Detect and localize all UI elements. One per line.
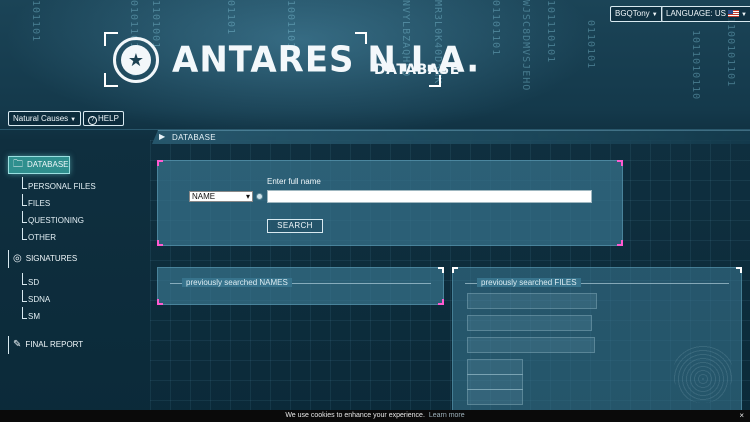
caret-down-icon: ▼: [70, 117, 77, 123]
star-emblem-icon: ★: [121, 45, 151, 75]
code-rain: 101110101: [545, 0, 556, 64]
cookie-text: We use cookies to enhance your experienc…: [285, 412, 425, 419]
sidebar-item-sm[interactable]: SM: [22, 307, 40, 322]
help-button[interactable]: ? HELP: [83, 111, 124, 126]
close-icon[interactable]: ×: [739, 410, 744, 422]
code-rain: 1101001: [150, 0, 161, 50]
list-item: [467, 337, 595, 353]
folder-icon: 🗀: [13, 159, 23, 170]
code-rain: 01101101: [490, 0, 501, 57]
panel-corner: [157, 299, 163, 305]
list-item: [467, 374, 523, 390]
antares-logo[interactable]: ★: [113, 37, 159, 83]
code-rain: 01101: [225, 0, 236, 36]
code-rain: 1001101: [285, 0, 296, 50]
user-name: BGQTony: [615, 9, 650, 18]
sidebar-item-questioning[interactable]: QUESTIONING: [22, 211, 84, 226]
us-flag-icon: [728, 10, 740, 17]
chevron-right-icon: ▶: [159, 132, 166, 141]
panel-corner: [438, 267, 444, 273]
fingerprint-icon: [673, 343, 733, 403]
previous-files-title: previously searched FILES: [477, 278, 581, 287]
language-menu-button[interactable]: LANGUAGE: US ▼: [661, 6, 750, 22]
list-item: [467, 389, 523, 405]
cookie-banner: We use cookies to enhance your experienc…: [0, 410, 750, 422]
previous-files-legend: previously searched FILES: [465, 278, 729, 287]
sidebar-item-final-report[interactable]: ✎ FINAL REPORT: [8, 336, 84, 354]
question-circle-icon: ?: [88, 116, 97, 125]
info-dot-icon: [256, 193, 263, 200]
list-item: [467, 293, 597, 309]
search-button[interactable]: SEARCH: [267, 219, 323, 233]
sidebar-item-label: DATABASE: [27, 160, 69, 169]
case-select[interactable]: Natural Causes ▼: [8, 111, 82, 126]
sidebar-item-signatures[interactable]: ◎ SIGNATURES: [8, 250, 78, 268]
panel-corner: [617, 240, 623, 246]
language-label: LANGUAGE: US: [666, 9, 727, 18]
code-rain: 01100101101: [725, 10, 736, 88]
document-edit-icon: ✎: [13, 339, 22, 350]
caret-down-icon: ▼: [651, 12, 658, 18]
sidebar-item-sdna[interactable]: SDNA: [22, 290, 50, 305]
user-menu-button[interactable]: BGQTony ▼: [610, 6, 663, 22]
sidebar-item-label: SIGNATURES: [25, 254, 78, 263]
code-rain: 101101: [30, 0, 41, 43]
code-rain: WJSC8DMVSJEHO: [520, 0, 531, 92]
panel-corner: [157, 160, 163, 166]
help-label: HELP: [98, 114, 119, 123]
panel-corner: [736, 267, 742, 273]
sidebar-item-sd[interactable]: SD: [22, 273, 39, 288]
sidebar-item-label: FINAL REPORT: [25, 340, 84, 349]
panel-corner: [157, 240, 163, 246]
panel-corner: [438, 299, 444, 305]
previous-files-panel: previously searched FILES: [452, 267, 742, 412]
sidebar-item-other[interactable]: OTHER: [22, 228, 56, 243]
breadcrumb: ▶ DATABASE: [152, 130, 750, 144]
search-type-select[interactable]: NAME ▾: [189, 191, 253, 202]
previous-names-title: previously searched NAMES: [182, 278, 292, 287]
list-item: [467, 315, 592, 331]
previous-names-panel: previously searched NAMES: [157, 267, 444, 305]
code-rain: 1011010110: [690, 30, 701, 101]
fingerprint-icon: ◎: [13, 253, 22, 264]
caret-down-icon: ▼: [741, 12, 747, 18]
previous-names-legend: previously searched NAMES: [170, 278, 431, 287]
panel-corner: [452, 267, 458, 273]
panel-corner: [617, 160, 623, 166]
title-bracket: [104, 73, 118, 87]
cookie-learn-more-link[interactable]: Learn more: [429, 412, 465, 419]
full-name-input[interactable]: [267, 190, 592, 203]
list-item: [467, 359, 523, 375]
breadcrumb-current: DATABASE: [172, 133, 216, 142]
sidebar-item-database[interactable]: 🗀 DATABASE: [8, 156, 70, 174]
title-bracket: [104, 32, 118, 46]
sidebar-item-personal-files[interactable]: PERSONAL FILES: [22, 177, 96, 192]
case-select-value: Natural Causes: [13, 114, 69, 123]
full-name-label: Enter full name: [267, 177, 321, 186]
select-arrow-icon: ▾: [245, 192, 250, 201]
app-subtitle: DATABASE: [374, 62, 460, 78]
sidebar-item-files[interactable]: FILES: [22, 194, 50, 209]
search-panel: Enter full name NAME ▾ SEARCH: [157, 160, 623, 246]
search-type-value: NAME: [192, 192, 216, 201]
code-rain: 0110101: [585, 20, 596, 70]
